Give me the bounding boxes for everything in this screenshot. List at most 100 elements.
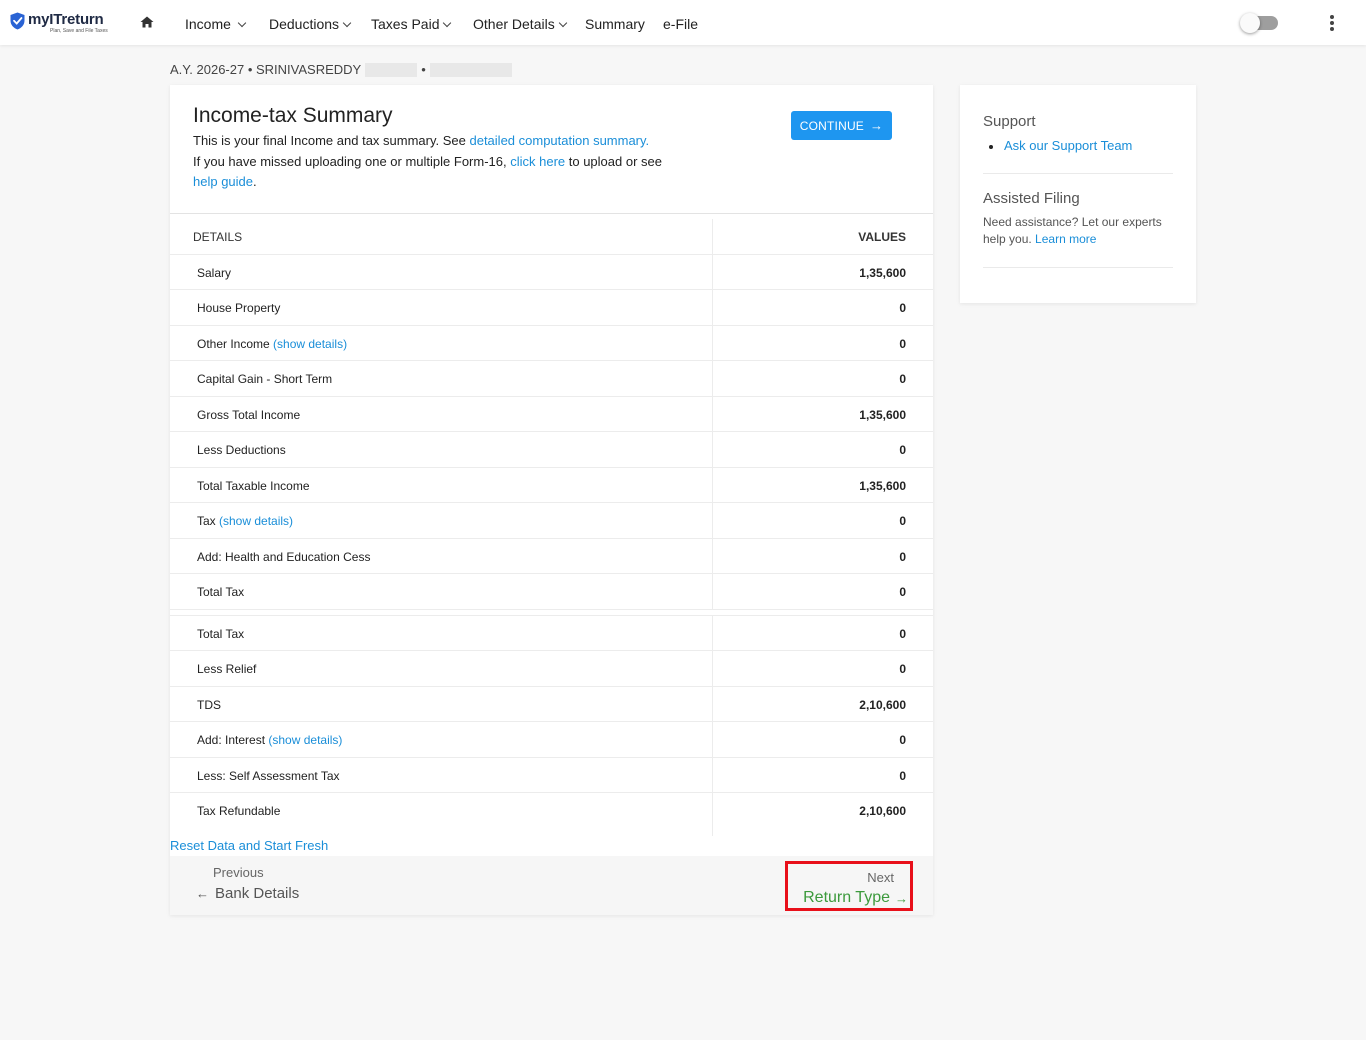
table-row: Less Deductions 0 xyxy=(170,432,933,468)
row-value: 1,35,600 xyxy=(859,478,906,493)
support-title: Support xyxy=(983,113,1036,130)
next-label: Next xyxy=(867,870,894,885)
row-label: Gross Total Income xyxy=(197,407,301,422)
previous-label: Previous xyxy=(213,865,264,880)
column-header-values: VALUES xyxy=(858,230,906,244)
assisted-filing-title: Assisted Filing xyxy=(983,190,1080,207)
breadcrumb-separator: • xyxy=(421,62,426,77)
divider xyxy=(983,173,1173,174)
summary-intro: This is your final Income and tax summar… xyxy=(193,133,662,189)
row-value: 1,35,600 xyxy=(859,265,906,280)
logo-tagline: Plan, Save and File Taxes xyxy=(50,28,108,34)
logo-name: myITreturn xyxy=(28,11,104,28)
redacted-field xyxy=(365,62,418,77)
table-row: Other Income (show details) 0 xyxy=(170,325,933,361)
table-row: Capital Gain - Short Term 0 xyxy=(170,361,933,397)
table-row: House Property 0 xyxy=(170,290,933,326)
table-row: Salary 1,35,600 xyxy=(170,254,933,290)
show-details-link[interactable]: (show details) xyxy=(219,514,293,528)
row-label: TDS xyxy=(197,697,221,712)
arrow-right-icon: → xyxy=(870,118,884,133)
assisted-filing-text: Need assistance? Let our experts help yo… xyxy=(983,215,1162,246)
row-value: 0 xyxy=(899,585,906,599)
table-row: Total Tax 0 xyxy=(170,615,933,651)
row-label: Tax (show details) xyxy=(197,514,294,528)
row-label: House Property xyxy=(197,301,281,315)
row-value: 0 xyxy=(899,549,906,564)
table-row: Gross Total Income 1,35,600 xyxy=(170,396,933,432)
toggle-knob xyxy=(1240,13,1260,33)
table-row: Total Taxable Income 1,35,600 xyxy=(170,467,933,503)
support-team-link[interactable]: Ask our Support Team xyxy=(988,138,1132,153)
row-value: 0 xyxy=(899,301,906,315)
chevron-down-icon xyxy=(237,18,247,28)
row-label: Salary xyxy=(197,265,232,280)
nav-income[interactable]: Income xyxy=(185,16,247,32)
row-label: Total Tax xyxy=(197,626,245,641)
logo[interactable]: myITreturn Plan, Save and File Taxes xyxy=(10,12,108,34)
redacted-field xyxy=(429,62,512,77)
previous-button[interactable]: ← Bank Details xyxy=(196,885,299,902)
table-row: Total Tax 0 xyxy=(170,574,933,610)
table-row: TDS 2,10,600 xyxy=(170,686,933,722)
reset-data-link[interactable]: Reset Data and Start Fresh xyxy=(170,838,328,853)
table-row: Add: Health and Education Cess 0 xyxy=(170,538,933,574)
row-value: 0 xyxy=(899,626,906,641)
top-navbar: myITreturn Plan, Save and File Taxes Inc… xyxy=(0,0,1366,45)
row-value: 0 xyxy=(899,443,906,457)
next-highlight: Next Return Type → xyxy=(785,861,913,911)
table-row: Tax (show details) 0 xyxy=(170,503,933,539)
nav-summary[interactable]: Summary xyxy=(585,16,645,32)
more-vertical-icon[interactable] xyxy=(1329,15,1335,33)
row-label: Less Relief xyxy=(197,662,257,676)
row-value: 0 xyxy=(899,662,906,676)
table-row: Less Relief 0 xyxy=(170,651,933,687)
home-icon[interactable] xyxy=(140,16,154,28)
chevron-down-icon xyxy=(342,18,352,28)
row-value: 1,35,600 xyxy=(859,407,906,422)
row-label: Less Deductions xyxy=(197,443,286,457)
row-label: Add: Health and Education Cess xyxy=(197,549,371,564)
row-value: 0 xyxy=(899,733,906,747)
page-title: Income-tax Summary xyxy=(193,104,393,127)
learn-more-link[interactable]: Learn more xyxy=(1035,232,1096,246)
summary-card: Income-tax Summary This is your final In… xyxy=(170,85,933,915)
chevron-down-icon xyxy=(558,18,567,28)
nav-other-details[interactable]: Other Details xyxy=(473,16,567,32)
table-header: DETAILS VALUES xyxy=(170,219,933,255)
theme-toggle[interactable] xyxy=(1240,13,1278,33)
computation-summary-link[interactable]: detailed computation summary. xyxy=(469,133,649,148)
row-label: Tax Refundable xyxy=(197,804,281,818)
row-value: 2,10,600 xyxy=(859,804,906,818)
column-header-details: DETAILS xyxy=(193,230,243,244)
next-button[interactable]: Return Type → xyxy=(803,889,908,907)
row-label: Total Tax xyxy=(197,585,245,599)
row-label: Total Taxable Income xyxy=(197,478,310,493)
row-value: 0 xyxy=(899,336,906,351)
row-value: 0 xyxy=(899,514,906,528)
pager: Previous ← Bank Details Next Return Type… xyxy=(170,856,933,915)
divider xyxy=(170,213,933,214)
nav-deductions[interactable]: Deductions xyxy=(269,16,352,32)
table-row: Add: Interest (show details) 0 xyxy=(170,722,933,758)
nav-efile[interactable]: e-File xyxy=(663,16,698,32)
arrow-right-icon: → xyxy=(895,890,908,906)
row-value: 0 xyxy=(899,372,906,386)
row-value: 0 xyxy=(899,768,906,783)
show-details-link[interactable]: (show details) xyxy=(273,337,347,351)
breadcrumb: A.Y. 2026-27 • SRINIVASREDDY • xyxy=(170,62,512,77)
continue-button[interactable]: CONTINUE → xyxy=(791,111,892,140)
table-row: Less: Self Assessment Tax 0 xyxy=(170,757,933,793)
upload-form16-link[interactable]: click here xyxy=(510,154,565,169)
shield-check-icon xyxy=(10,12,25,30)
arrow-left-icon: ← xyxy=(196,886,209,901)
table-row: Tax Refundable 2,10,600 xyxy=(170,793,933,836)
summary-table: DETAILS VALUES Salary 1,35,600 House Prope… xyxy=(170,219,933,836)
chevron-down-icon xyxy=(443,18,452,28)
row-label: Capital Gain - Short Term xyxy=(197,372,333,386)
nav-taxes-paid[interactable]: Taxes Paid xyxy=(371,16,452,32)
breadcrumb-text: A.Y. 2026-27 • SRINIVASREDDY xyxy=(170,62,362,77)
show-details-link[interactable]: (show details) xyxy=(268,733,342,747)
help-guide-link[interactable]: help guide xyxy=(193,174,253,189)
support-panel: Support Ask our Support Team Assisted Fi… xyxy=(960,85,1196,303)
